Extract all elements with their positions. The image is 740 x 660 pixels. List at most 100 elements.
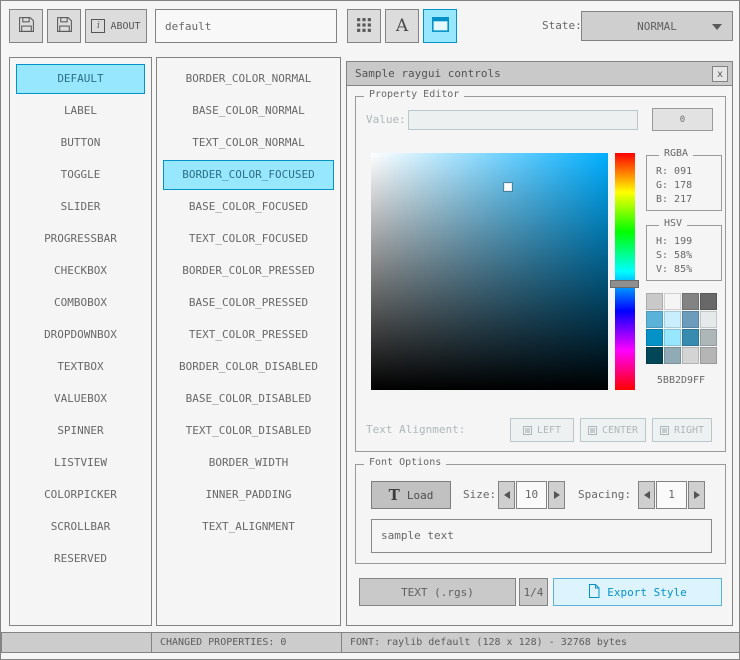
font-tool-button[interactable]: A bbox=[385, 9, 419, 43]
property-item-border-width[interactable]: BORDER_WIDTH bbox=[163, 448, 334, 478]
property-item-text-color-disabled[interactable]: TEXT_COLOR_DISABLED bbox=[163, 416, 334, 446]
align-right-icon bbox=[659, 425, 669, 435]
control-item-combobox[interactable]: COMBOBOX bbox=[16, 288, 145, 318]
control-item-reserved[interactable]: RESERVED bbox=[16, 544, 145, 574]
spacing-label: Spacing: bbox=[578, 488, 631, 501]
property-item-border-color-focused[interactable]: BORDER_COLOR_FOCUSED bbox=[163, 160, 334, 190]
sample-controls-window: Sample raygui controls x Property Editor… bbox=[346, 61, 733, 626]
size-value[interactable]: 10 bbox=[516, 481, 547, 509]
size-decrease-button[interactable] bbox=[498, 481, 515, 509]
palette-swatch[interactable] bbox=[682, 293, 699, 310]
spacing-increase-button[interactable] bbox=[688, 481, 705, 509]
value-label: Value: bbox=[366, 113, 406, 126]
sample-text-box[interactable]: sample text bbox=[371, 519, 712, 553]
style-name-input[interactable] bbox=[155, 9, 337, 43]
size-increase-button[interactable] bbox=[548, 481, 565, 509]
control-item-checkbox[interactable]: CHECKBOX bbox=[16, 256, 145, 286]
control-item-scrollbar[interactable]: SCROLLBAR bbox=[16, 512, 145, 542]
property-item-base-color-normal[interactable]: BASE_COLOR_NORMAL bbox=[163, 96, 334, 126]
window-title: Sample raygui controls bbox=[355, 67, 501, 80]
control-item-textbox[interactable]: TEXTBOX bbox=[16, 352, 145, 382]
palette-swatch[interactable] bbox=[664, 311, 681, 328]
property-item-border-color-normal[interactable]: BORDER_COLOR_NORMAL bbox=[163, 64, 334, 94]
property-item-text-alignment[interactable]: TEXT_ALIGNMENT bbox=[163, 512, 334, 542]
hsv-value-value: V: 85% bbox=[656, 264, 693, 275]
property-item-inner-padding[interactable]: INNER_PADDING bbox=[163, 480, 334, 510]
arrow-left-icon bbox=[643, 491, 650, 499]
hue-slider-handle[interactable] bbox=[610, 280, 639, 288]
export-file-icon bbox=[588, 583, 600, 601]
control-item-progressbar[interactable]: PROGRESSBAR bbox=[16, 224, 145, 254]
align-right-button[interactable]: RIGHT bbox=[652, 418, 712, 442]
pixel-grid-tool-button[interactable] bbox=[347, 9, 381, 43]
align-center-button[interactable]: CENTER bbox=[580, 418, 646, 442]
property-editor-group-label: Property Editor bbox=[364, 89, 465, 100]
window-style-icon bbox=[431, 17, 449, 35]
chevron-down-icon bbox=[712, 24, 722, 30]
align-left-button[interactable]: LEFT bbox=[510, 418, 574, 442]
hue-slider[interactable] bbox=[610, 153, 639, 390]
property-item-base-color-focused[interactable]: BASE_COLOR_FOCUSED bbox=[163, 192, 334, 222]
style-editor-tool-button[interactable] bbox=[423, 9, 457, 43]
palette-swatch[interactable] bbox=[646, 311, 663, 328]
state-dropdown[interactable]: NORMAL bbox=[581, 11, 733, 41]
property-item-text-color-normal[interactable]: TEXT_COLOR_NORMAL bbox=[163, 128, 334, 158]
about-button[interactable]: i ABOUT bbox=[85, 9, 147, 43]
palette-swatch[interactable] bbox=[700, 311, 717, 328]
control-item-spinner[interactable]: SPINNER bbox=[16, 416, 145, 446]
saturation-value-picker[interactable] bbox=[371, 153, 608, 390]
control-item-listview[interactable]: LISTVIEW bbox=[16, 448, 145, 478]
arrow-right-icon bbox=[553, 491, 560, 499]
close-button[interactable]: x bbox=[712, 66, 728, 82]
arrow-left-icon bbox=[503, 491, 510, 499]
property-item-base-color-disabled[interactable]: BASE_COLOR_DISABLED bbox=[163, 384, 334, 414]
hex-color-value: 5BB2D9FF bbox=[656, 375, 706, 386]
palette-swatch[interactable] bbox=[664, 347, 681, 364]
value-input[interactable] bbox=[408, 110, 638, 130]
palette-swatch[interactable] bbox=[682, 347, 699, 364]
value-reset-button[interactable]: 0 bbox=[652, 108, 713, 131]
control-item-slider[interactable]: SLIDER bbox=[16, 192, 145, 222]
rgba-readout: RGBA R: 091 G: 178 B: 217 bbox=[646, 148, 722, 211]
control-item-label[interactable]: LABEL bbox=[16, 96, 145, 126]
property-item-text-color-focused[interactable]: TEXT_COLOR_FOCUSED bbox=[163, 224, 334, 254]
control-item-colorpicker[interactable]: COLORPICKER bbox=[16, 480, 145, 510]
export-page-button[interactable]: 1/4 bbox=[519, 578, 548, 606]
control-item-dropdownbox[interactable]: DROPDOWNBOX bbox=[16, 320, 145, 350]
palette-swatch[interactable] bbox=[646, 329, 663, 346]
color-cursor[interactable] bbox=[504, 183, 512, 191]
export-style-label: Export Style bbox=[607, 585, 687, 599]
control-item-valuebox[interactable]: VALUEBOX bbox=[16, 384, 145, 414]
control-item-toggle[interactable]: TOGGLE bbox=[16, 160, 145, 190]
palette-swatch[interactable] bbox=[646, 293, 663, 310]
floppy-disk-icon bbox=[18, 16, 35, 36]
property-item-border-color-pressed[interactable]: BORDER_COLOR_PRESSED bbox=[163, 256, 334, 286]
palette-swatch[interactable] bbox=[700, 347, 717, 364]
palette-swatch[interactable] bbox=[664, 293, 681, 310]
property-item-border-color-disabled[interactable]: BORDER_COLOR_DISABLED bbox=[163, 352, 334, 382]
rgba-blue-value: B: 217 bbox=[656, 194, 693, 205]
about-button-label: ABOUT bbox=[110, 20, 141, 32]
open-style-button[interactable] bbox=[9, 9, 43, 43]
save-style-button[interactable] bbox=[47, 9, 81, 43]
palette-swatch[interactable] bbox=[664, 329, 681, 346]
window-titlebar[interactable]: Sample raygui controls bbox=[347, 62, 732, 86]
palette-swatch[interactable] bbox=[682, 329, 699, 346]
statusbar-left bbox=[1, 632, 152, 653]
control-item-default[interactable]: DEFAULT bbox=[16, 64, 145, 94]
export-format-button[interactable]: TEXT (.rgs) bbox=[359, 578, 516, 606]
property-item-text-color-pressed[interactable]: TEXT_COLOR_PRESSED bbox=[163, 320, 334, 350]
property-item-base-color-pressed[interactable]: BASE_COLOR_PRESSED bbox=[163, 288, 334, 318]
palette-swatch[interactable] bbox=[700, 329, 717, 346]
spacing-decrease-button[interactable] bbox=[638, 481, 655, 509]
palette-swatch[interactable] bbox=[700, 293, 717, 310]
control-item-button[interactable]: BUTTON bbox=[16, 128, 145, 158]
export-style-button[interactable]: Export Style bbox=[553, 578, 722, 606]
load-font-button[interactable]: T Load bbox=[371, 481, 451, 509]
palette-swatch[interactable] bbox=[646, 347, 663, 364]
hsv-hue-value: H: 199 bbox=[656, 236, 693, 247]
palette-swatch[interactable] bbox=[682, 311, 699, 328]
spacing-value[interactable]: 1 bbox=[656, 481, 687, 509]
hsv-saturation-value: S: 58% bbox=[656, 250, 693, 261]
text-alignment-label: Text Alignment: bbox=[366, 423, 466, 436]
